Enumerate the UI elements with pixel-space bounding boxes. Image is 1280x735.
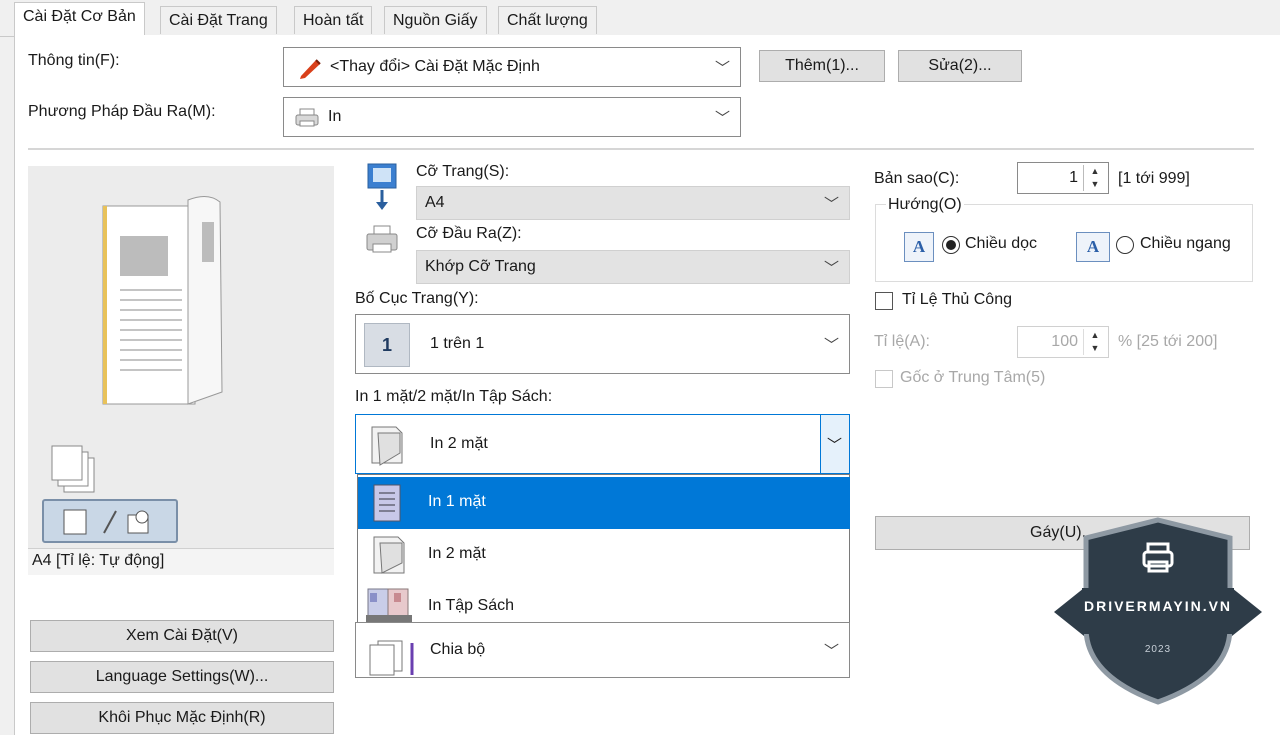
center-origin-label: Gốc ở Trung Tâm(5) <box>900 369 1046 386</box>
chevron-down-icon: ﹀ <box>827 437 843 454</box>
preview-status: A4 [Tỉ lệ: Tự động] <box>32 552 165 569</box>
spin-arrows-icon[interactable]: ▲ ▼ <box>1083 165 1106 191</box>
copies-input[interactable]: 1 ▲ ▼ <box>1017 162 1109 194</box>
two-sided-icon <box>371 426 403 466</box>
tab-page-setup[interactable]: Cài Đặt Trang <box>160 6 277 34</box>
manual-scale-label: Tỉ Lệ Thủ Công <box>902 291 1012 308</box>
center-origin-checkbox[interactable] <box>875 370 893 388</box>
output-size-value: Khớp Cỡ Trang <box>425 258 536 275</box>
chevron-down-icon: ﹀ <box>714 60 730 77</box>
collate-icon <box>369 640 414 676</box>
page-size-select[interactable]: A4 ﹀ <box>416 186 850 220</box>
output-method-label: Phương Pháp Đầu Ra(M): <box>28 103 216 120</box>
view-settings-button[interactable]: Xem Cài Đặt(V) <box>30 620 334 652</box>
restore-defaults-button[interactable]: Khôi Phục Mặc Định(R) <box>30 702 334 734</box>
duplex-option-label: In 1 mặt <box>428 493 486 510</box>
duplex-option-two-sided[interactable]: In 2 mặt <box>358 529 850 581</box>
landscape-radio[interactable] <box>1116 236 1134 254</box>
collate-select[interactable]: Chia bộ ﹀ <box>355 622 850 678</box>
tab-finishing[interactable]: Hoàn tất <box>294 6 373 34</box>
output-size-icon <box>366 225 398 253</box>
output-method-select[interactable]: In ﹀ <box>283 97 741 137</box>
collate-value: Chia bộ <box>430 641 486 658</box>
two-sided-icon <box>373 536 405 574</box>
chevron-down-icon: ﹀ <box>823 260 839 277</box>
page-size-icon <box>367 163 397 210</box>
orientation-label: Hướng(O) <box>886 196 964 214</box>
divider <box>28 148 1254 150</box>
page-size-label: Cỡ Trang(S): <box>416 163 510 180</box>
page-layout-select[interactable]: 1 1 trên 1 ﹀ <box>355 314 850 374</box>
page-layout-label: Bố Cục Trang(Y): <box>355 290 479 307</box>
chevron-down-icon: ﹀ <box>823 196 839 213</box>
profile-select[interactable]: <Thay đổi> Cài Đặt Mặc Định ﹀ <box>283 47 741 87</box>
output-size-label: Cỡ Đầu Ra(Z): <box>416 225 522 242</box>
preview-status-bar: A4 [Tỉ lệ: Tự động] <box>28 548 334 575</box>
output-size-select[interactable]: Khớp Cỡ Trang ﹀ <box>416 250 850 284</box>
tab-bar: Cài Đặt Cơ Bản Cài Đặt Trang Hoàn tất Ng… <box>0 0 1280 37</box>
landscape-label: Chiều ngang <box>1140 235 1231 252</box>
page-preview-icon <box>102 196 223 405</box>
preview-toggle-button[interactable] <box>42 499 178 543</box>
chevron-down-icon: ﹀ <box>823 337 839 354</box>
spin-arrows-icon[interactable]: ▲ ▼ <box>1083 329 1106 355</box>
scale-input[interactable]: 100 ▲ ▼ <box>1017 326 1109 358</box>
page-size-value: A4 <box>425 194 445 211</box>
profile-label: Thông tin(F): <box>28 52 120 69</box>
duplex-option-label: In Tập Sách <box>428 597 514 614</box>
one-sided-icon <box>373 484 401 522</box>
duplex-dropdown-list: In 1 mặt In 2 mặt In Tập Sách <box>357 474 850 634</box>
chevron-down-icon: ﹀ <box>714 110 730 127</box>
tab-basic-settings[interactable]: Cài Đặt Cơ Bản <box>14 2 145 36</box>
duplex-option-one-sided[interactable]: In 1 mặt <box>358 477 850 529</box>
duplex-label: In 1 mặt/2 mặt/In Tập Sách: <box>355 388 553 405</box>
watermark-year: 2023 <box>1144 644 1172 655</box>
printer-icon <box>294 108 320 133</box>
profile-value: <Thay đổi> Cài Đặt Mặc Định <box>330 58 540 75</box>
pencil-icon <box>298 56 324 85</box>
scale-value: 100 <box>1051 333 1078 350</box>
manual-scale-checkbox[interactable] <box>875 292 893 310</box>
page-layout-value: 1 trên 1 <box>430 335 485 352</box>
tab-paper-source[interactable]: Nguồn Giấy <box>384 6 487 34</box>
duplex-select[interactable]: In 2 mặt ﹀ <box>355 414 850 474</box>
portrait-label: Chiều dọc <box>965 235 1038 252</box>
tab-quality[interactable]: Chất lượng <box>498 6 597 34</box>
preview-area: A4 [Tỉ lệ: Tự động] <box>28 166 334 575</box>
copies-stack-icon <box>51 445 95 493</box>
duplex-value: In 2 mặt <box>430 435 488 452</box>
duplex-dropdown-button[interactable]: ﹀ <box>820 415 849 473</box>
add-profile-button[interactable]: Thêm(1)... <box>759 50 885 82</box>
scale-range: % [25 tới 200] <box>1118 333 1218 350</box>
copies-label: Bản sao(C): <box>874 170 960 187</box>
output-method-value: In <box>328 108 342 125</box>
page-layout-icon: 1 <box>364 323 410 367</box>
copies-range: [1 tới 999] <box>1118 170 1190 187</box>
edit-profile-button[interactable]: Sửa(2)... <box>898 50 1022 82</box>
scale-label: Tỉ lệ(A): <box>874 333 930 350</box>
watermark-text: DRIVERMAYIN.VN <box>1083 598 1233 614</box>
landscape-icon: A <box>1076 232 1110 262</box>
duplex-option-label: In 2 mặt <box>428 545 486 562</box>
chevron-down-icon: ﹀ <box>823 643 839 660</box>
copies-value: 1 <box>1069 169 1078 186</box>
portrait-radio[interactable] <box>942 236 960 254</box>
language-settings-button[interactable]: Language Settings(W)... <box>30 661 334 693</box>
portrait-icon: A <box>904 232 934 262</box>
page-view-toggle-icon <box>63 509 149 535</box>
